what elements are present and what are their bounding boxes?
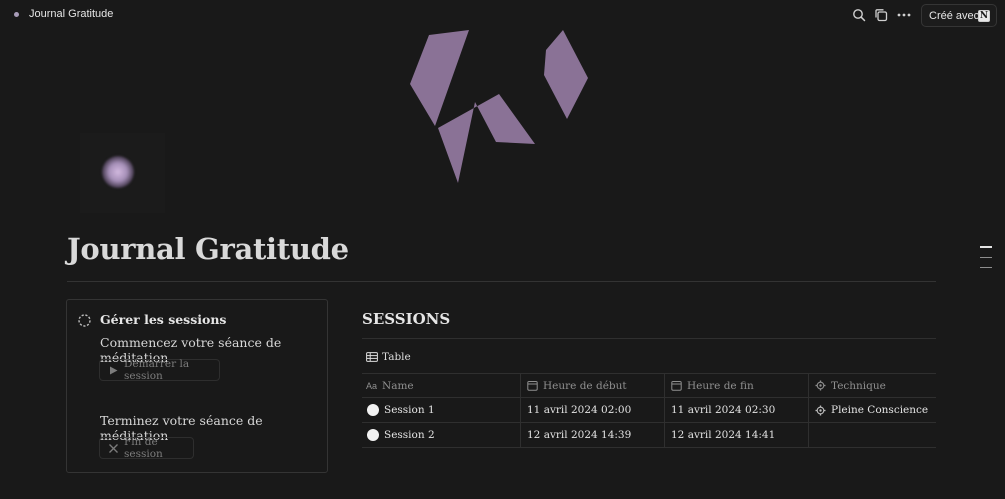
table-bottom-border (362, 447, 936, 448)
gear-icon (815, 380, 826, 391)
cell-end-text: 12 avril 2024 14:41 (671, 429, 776, 441)
panel-heading: Gérer les sessions (100, 312, 227, 327)
cell-end[interactable]: 11 avril 2024 02:30 (664, 398, 808, 422)
cell-name-text: Session 2 (384, 429, 435, 441)
notion-logo-icon: N (978, 10, 990, 22)
table-icon (366, 352, 378, 362)
column-label: Heure de début (543, 379, 627, 392)
duplicate-icon[interactable] (874, 8, 888, 22)
cell-end-text: 11 avril 2024 02:30 (671, 404, 776, 416)
column-header-start[interactable]: Heure de début (520, 374, 664, 397)
breadcrumb-title[interactable]: Journal Gratitude (29, 8, 113, 20)
cell-name[interactable]: Session 2 (367, 423, 520, 447)
column-label: Heure de fin (687, 379, 754, 392)
cell-end[interactable]: 12 avril 2024 14:41 (664, 423, 808, 447)
tab-table-label: Table (382, 351, 411, 363)
cell-name-text: Session 1 (384, 404, 435, 416)
gear-icon (815, 405, 826, 415)
page-icon-small (14, 12, 19, 17)
table-row[interactable]: Session 1 11 avril 2024 02:00 11 avril 2… (362, 397, 936, 422)
start-session-label: Démarrer la session (124, 358, 190, 382)
page-bullet-icon (367, 404, 379, 416)
made-with-label: Créé avec (929, 9, 980, 22)
column-header-end[interactable]: Heure de fin (664, 374, 808, 397)
text-type-icon: Aa (366, 380, 378, 391)
end-session-label: Fin de session (124, 436, 163, 460)
column-label: Name (382, 379, 414, 392)
page-bullet-icon (367, 429, 379, 441)
play-icon (110, 366, 118, 375)
orb-icon (102, 156, 134, 188)
table-row[interactable]: Session 2 12 avril 2024 14:39 12 avril 2… (362, 422, 936, 447)
cover-logo-image[interactable] (405, 28, 595, 188)
cell-technique[interactable] (808, 423, 936, 447)
start-session-button[interactable]: Démarrer la session (99, 358, 220, 382)
close-icon (109, 444, 118, 453)
table-header-row: Aa Name Heure de début Heure de fin Tech… (362, 373, 936, 397)
more-icon[interactable] (896, 8, 912, 22)
table-of-contents-icon[interactable] (980, 246, 992, 277)
cell-technique[interactable]: Pleine Conscience (808, 398, 936, 422)
cell-start-text: 11 avril 2024 02:00 (527, 404, 632, 416)
loading-circle-icon (78, 314, 91, 327)
top-bar: Journal Gratitude Créé avec N (0, 0, 1005, 30)
column-label: Technique (831, 379, 886, 392)
cell-start[interactable]: 12 avril 2024 14:39 (520, 423, 664, 447)
column-header-name[interactable]: Aa Name (366, 374, 520, 397)
divider (67, 281, 936, 282)
database-title[interactable]: SESSIONS (362, 310, 450, 328)
end-session-button[interactable]: Fin de session (99, 436, 194, 460)
cell-name[interactable]: Session 1 (367, 398, 520, 422)
calendar-icon (527, 381, 538, 391)
cell-technique-text: Pleine Conscience (831, 404, 929, 416)
page-title[interactable]: Journal Gratitude (67, 232, 349, 266)
search-icon[interactable] (852, 8, 866, 22)
divider (362, 338, 936, 339)
cell-start-text: 12 avril 2024 14:39 (527, 429, 632, 441)
made-with-button[interactable]: Créé avec N (921, 4, 997, 27)
cell-start[interactable]: 11 avril 2024 02:00 (520, 398, 664, 422)
page-icon[interactable] (80, 133, 165, 213)
calendar-icon (671, 381, 682, 391)
column-header-technique[interactable]: Technique (808, 374, 936, 397)
sessions-control-panel: Gérer les sessions Commencez votre séanc… (66, 299, 328, 473)
tab-table-view[interactable]: Table (366, 351, 411, 363)
